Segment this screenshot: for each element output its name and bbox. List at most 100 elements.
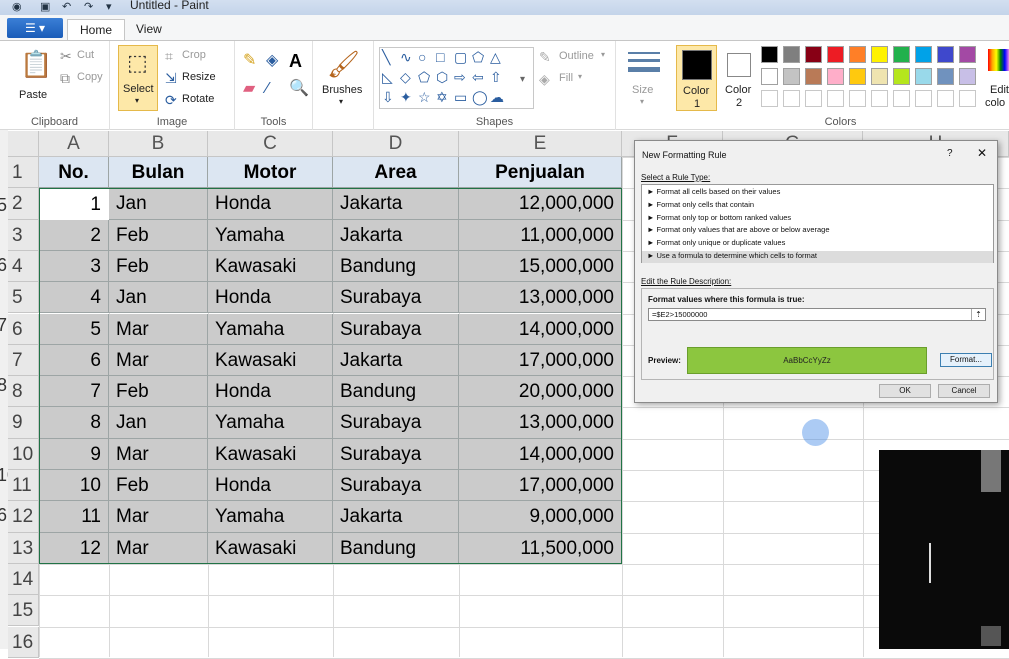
formula-input[interactable]: =$E2>15000000 ⇡ bbox=[648, 308, 986, 321]
pencil-icon[interactable]: ✎ bbox=[243, 53, 256, 69]
table-header-cell[interactable]: Penjualan bbox=[459, 157, 622, 189]
palette-swatch[interactable] bbox=[871, 68, 888, 85]
tools-group: ✎ ◈ A ▰ ⁄ 🔍 Tools bbox=[235, 41, 313, 130]
palette-swatch[interactable] bbox=[827, 46, 844, 63]
custom-color-slot[interactable] bbox=[871, 90, 888, 107]
custom-color-slot[interactable] bbox=[805, 90, 822, 107]
paste-button[interactable]: 📋 Paste bbox=[12, 47, 52, 109]
rule-type-item[interactable]: ► Format all cells based on their values bbox=[647, 187, 780, 199]
row-header[interactable]: 10 bbox=[8, 438, 39, 470]
crop-button[interactable]: Crop bbox=[182, 49, 206, 61]
rule-type-item[interactable]: ► Format only cells that contain bbox=[647, 200, 754, 212]
color1-button[interactable]: Color 1 bbox=[676, 45, 717, 111]
custom-color-slot[interactable] bbox=[959, 90, 976, 107]
row-header[interactable]: 15 bbox=[8, 595, 39, 627]
custom-color-slot[interactable] bbox=[937, 90, 954, 107]
save-icon[interactable]: ▣ bbox=[40, 0, 50, 13]
palette-swatch[interactable] bbox=[893, 68, 910, 85]
row-header[interactable]: 9 bbox=[8, 407, 39, 439]
rule-type-item[interactable]: ► Use a formula to determine which cells… bbox=[642, 251, 993, 263]
row-header[interactable]: 6 bbox=[8, 313, 39, 345]
copy-button[interactable]: Copy bbox=[77, 71, 103, 83]
custom-color-slot[interactable] bbox=[849, 90, 866, 107]
row-header[interactable]: 7 bbox=[8, 344, 39, 377]
color-picker-icon[interactable]: ⁄ bbox=[266, 81, 269, 97]
table-header-cell[interactable]: No. bbox=[39, 157, 109, 189]
rule-type-item[interactable]: ► Format only top or bottom ranked value… bbox=[647, 213, 791, 225]
rule-type-item[interactable]: ► Format only unique or duplicate values bbox=[647, 238, 785, 250]
column-header[interactable]: D bbox=[333, 131, 459, 157]
row-header[interactable]: 3 bbox=[8, 219, 39, 251]
palette-swatch[interactable] bbox=[761, 68, 778, 85]
collapse-dialog-icon[interactable]: ⇡ bbox=[971, 309, 985, 320]
format-button[interactable]: Format... bbox=[940, 353, 992, 367]
rotate-button[interactable]: Rotate bbox=[182, 93, 214, 105]
palette-swatch[interactable] bbox=[937, 46, 954, 63]
file-menu-button[interactable]: ☰ ▾ bbox=[7, 18, 63, 38]
table-header-cell[interactable]: Area bbox=[333, 157, 459, 189]
row-header[interactable]: 11 bbox=[8, 470, 39, 502]
column-header[interactable]: B bbox=[109, 131, 208, 157]
size-button[interactable]: Size ▾ bbox=[626, 47, 662, 109]
magnifier-icon[interactable]: 🔍 bbox=[289, 81, 309, 97]
palette-swatch[interactable] bbox=[871, 46, 888, 63]
row-header[interactable]: 13 bbox=[8, 532, 39, 564]
table-header-cell[interactable]: Bulan bbox=[109, 157, 208, 189]
palette-swatch[interactable] bbox=[937, 68, 954, 85]
custom-color-slot[interactable] bbox=[893, 90, 910, 107]
custom-color-slot[interactable] bbox=[783, 90, 800, 107]
text-tool-icon[interactable]: A bbox=[289, 52, 302, 70]
palette-swatch[interactable] bbox=[915, 46, 932, 63]
redo-icon[interactable]: ↷ bbox=[84, 0, 93, 13]
palette-swatch[interactable] bbox=[959, 68, 976, 85]
palette-swatch[interactable] bbox=[783, 68, 800, 85]
cut-button[interactable]: Cut bbox=[77, 49, 94, 61]
row-header[interactable]: 5 bbox=[8, 282, 39, 314]
row-header[interactable]: 12 bbox=[8, 501, 39, 533]
select-button[interactable]: ⬚ Select ▾ bbox=[118, 45, 158, 111]
custom-color-slot[interactable] bbox=[761, 90, 778, 107]
palette-swatch[interactable] bbox=[783, 46, 800, 63]
outline-button[interactable]: Outline bbox=[559, 50, 594, 62]
tab-home[interactable]: Home bbox=[67, 19, 126, 40]
cancel-button[interactable]: Cancel bbox=[938, 384, 990, 398]
fill-bucket-icon[interactable]: ◈ bbox=[266, 53, 278, 69]
select-all-corner[interactable] bbox=[8, 131, 39, 157]
brushes-button[interactable]: 🖌 Brushes ▾ bbox=[321, 47, 365, 109]
palette-swatch[interactable] bbox=[959, 46, 976, 63]
undo-icon[interactable]: ↶ bbox=[62, 0, 71, 13]
palette-swatch[interactable] bbox=[849, 68, 866, 85]
help-icon[interactable]: ? bbox=[947, 148, 953, 159]
gallery-scroll-icon: ▾ bbox=[520, 74, 526, 85]
row-header[interactable]: 16 bbox=[8, 626, 39, 658]
custom-color-slot[interactable] bbox=[915, 90, 932, 107]
palette-swatch[interactable] bbox=[893, 46, 910, 63]
palette-swatch[interactable] bbox=[827, 68, 844, 85]
quick-access-dropdown-icon[interactable]: ▾ bbox=[106, 0, 112, 13]
edit-colors-label[interactable]: Edit bbox=[990, 84, 1009, 96]
palette-swatch[interactable] bbox=[761, 46, 778, 63]
rule-type-item[interactable]: ► Format only values that are above or b… bbox=[647, 225, 830, 237]
table-header-cell[interactable]: Motor bbox=[208, 157, 333, 189]
row-header[interactable]: 14 bbox=[8, 563, 39, 596]
custom-color-slot[interactable] bbox=[827, 90, 844, 107]
eraser-icon[interactable]: ▰ bbox=[243, 81, 255, 97]
palette-swatch[interactable] bbox=[849, 46, 866, 63]
row-header[interactable]: 2 bbox=[8, 188, 39, 220]
palette-swatch[interactable] bbox=[805, 68, 822, 85]
edit-colors-icon[interactable]: ■ bbox=[988, 49, 1009, 71]
fill-button[interactable]: Fill bbox=[559, 72, 573, 84]
resize-button[interactable]: Resize bbox=[182, 71, 216, 83]
row-header[interactable]: 4 bbox=[8, 250, 39, 283]
close-icon[interactable]: ✕ bbox=[977, 146, 987, 160]
column-header[interactable]: E bbox=[459, 131, 622, 157]
shapes-gallery[interactable]: ╲ ∿ ○ □ ▢ ⬠ △ ◺ ◇ ⬠ ⬡ ⇨ ⇦ ⇧ ⇩ ✦ ☆ ✡ ▭ ◯ … bbox=[379, 47, 534, 109]
row-header[interactable]: 1 bbox=[8, 157, 39, 189]
palette-swatch[interactable] bbox=[915, 68, 932, 85]
ok-button[interactable]: OK bbox=[879, 384, 931, 398]
tab-view[interactable]: View bbox=[124, 19, 174, 40]
column-header[interactable]: C bbox=[208, 131, 333, 157]
palette-swatch[interactable] bbox=[805, 46, 822, 63]
column-header[interactable]: A bbox=[39, 131, 109, 157]
row-header[interactable]: 8 bbox=[8, 376, 39, 408]
